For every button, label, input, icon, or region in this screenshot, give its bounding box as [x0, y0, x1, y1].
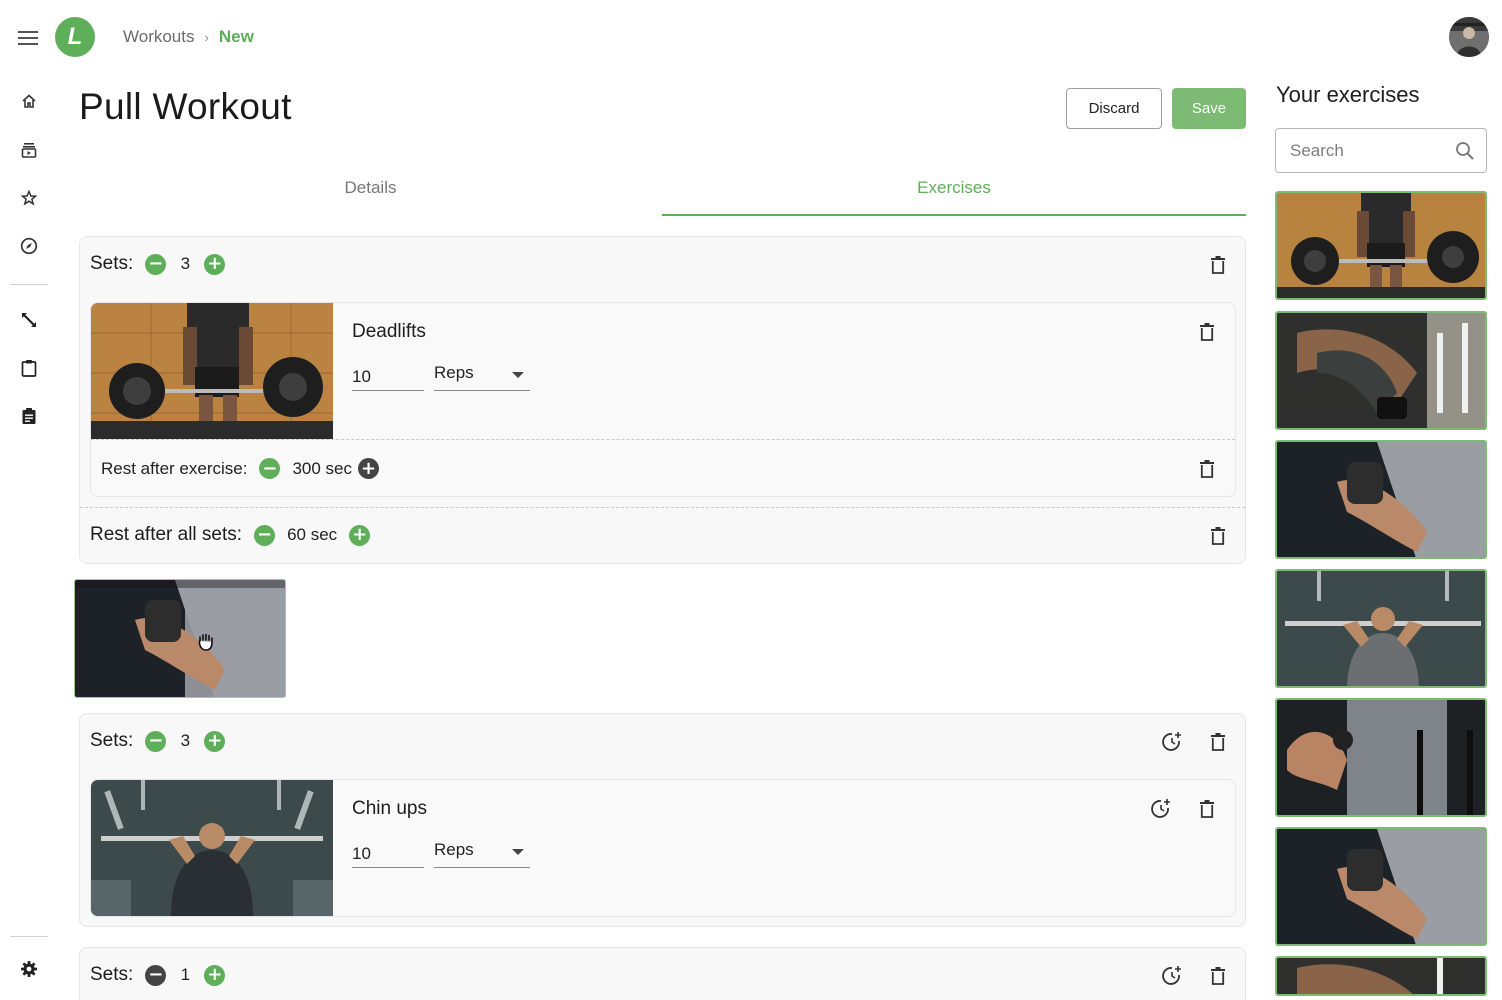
breadcrumb-current: New	[218, 27, 254, 46]
breadcrumb-separator: ›	[204, 29, 209, 45]
save-button[interactable]: Save	[1172, 88, 1246, 129]
clipboard-icon[interactable]	[17, 356, 41, 380]
your-exercises-title: Your exercises	[1276, 82, 1420, 107]
dragged-exercise-preview[interactable]	[74, 579, 286, 698]
search-field[interactable]	[1275, 128, 1487, 173]
reps-unit-value: Reps	[434, 363, 474, 382]
decrease-sets-button[interactable]: −	[145, 730, 167, 752]
exercise-thumbnail-dumbbell-row[interactable]	[1275, 311, 1487, 430]
star-icon[interactable]	[17, 186, 41, 210]
subscriptions-icon[interactable]	[17, 138, 41, 162]
reps-unit-value: Reps	[434, 840, 474, 859]
delete-rest-icon[interactable]	[1196, 458, 1218, 480]
sets-count: 3	[180, 731, 191, 750]
reps-unit-select[interactable]: Reps	[434, 838, 530, 868]
deadlift-image	[91, 303, 333, 439]
exercise-thumbnail-deadlift[interactable]	[1275, 191, 1487, 300]
increase-sets-button[interactable]: +	[204, 253, 226, 275]
exercise-thumbnail-chin-up[interactable]	[1275, 569, 1487, 688]
chin-up-image	[91, 780, 333, 916]
decrease-sets-button[interactable]: −	[145, 253, 167, 275]
decrease-rest-button[interactable]: −	[259, 458, 281, 479]
add-rest-timer-icon[interactable]	[1160, 964, 1184, 988]
set-group: Sets: − 3 + Chin ups Reps	[79, 713, 1246, 927]
exercise-card: Chin ups Reps	[90, 779, 1236, 917]
sets-label: Sets:	[90, 253, 134, 274]
set-group: Sets: − 3 + Deadlifts Reps Rest after ex…	[79, 236, 1246, 564]
breadcrumb: Workouts › New	[123, 27, 254, 47]
exercise-name: Chin ups	[352, 798, 427, 819]
delete-group-icon[interactable]	[1207, 731, 1229, 753]
rest-after-all-sets-value: 60 sec	[287, 525, 338, 544]
add-rest-timer-icon[interactable]	[1160, 730, 1184, 754]
delete-rest-all-icon[interactable]	[1207, 525, 1229, 547]
reps-input[interactable]	[352, 361, 424, 391]
settings-icon[interactable]	[17, 957, 41, 981]
reps-unit-select[interactable]: Reps	[434, 361, 530, 391]
rest-all-control: Rest after all sets: − 60 sec +	[90, 524, 371, 546]
sets-count: 1	[180, 965, 191, 984]
sets-label: Sets:	[90, 964, 134, 985]
rest-after-all-sets-label: Rest after all sets:	[90, 524, 243, 545]
increase-sets-button[interactable]: +	[204, 964, 226, 986]
search-input[interactable]	[1290, 139, 1450, 163]
decrease-sets-button[interactable]: −	[145, 964, 167, 986]
increase-rest-all-button[interactable]: +	[349, 524, 371, 546]
exercise-thumbnail-dumbbell-row[interactable]	[1275, 956, 1487, 996]
delete-group-icon[interactable]	[1207, 254, 1229, 276]
sets-count: 3	[180, 254, 191, 273]
delete-exercise-icon[interactable]	[1196, 321, 1218, 343]
logo-letter: L	[67, 23, 83, 50]
rest-after-exercise-row: Rest after exercise: − 300 sec +	[91, 439, 1235, 496]
breadcrumb-workouts-link[interactable]: Workouts	[123, 27, 195, 47]
delete-group-icon[interactable]	[1207, 965, 1229, 987]
increase-sets-button[interactable]: +	[204, 730, 226, 752]
swap-icon[interactable]	[17, 308, 41, 332]
increase-rest-button[interactable]: +	[358, 458, 379, 479]
drag-hand-icon	[194, 630, 218, 654]
app-logo[interactable]: L	[55, 17, 95, 57]
search-icon[interactable]	[1454, 140, 1476, 162]
rest-after-all-sets-row: Rest after all sets: − 60 sec +	[80, 507, 1245, 564]
tab-exercises[interactable]: Exercises	[662, 168, 1246, 216]
exercise-card: Deadlifts Reps Rest after exercise: − 30…	[90, 302, 1236, 497]
sets-control: Sets: − 1 +	[90, 964, 226, 986]
exercise-name: Deadlifts	[352, 321, 426, 342]
avatar[interactable]	[1449, 17, 1489, 57]
sets-control: Sets: − 3 +	[90, 253, 226, 275]
navigation-rail	[0, 0, 58, 1000]
sets-control: Sets: − 3 +	[90, 730, 226, 752]
page-title: Pull Workout	[79, 86, 292, 127]
set-group: Sets: − 1 +	[79, 947, 1246, 1000]
tab-details[interactable]: Details	[79, 168, 662, 216]
exercise-thumbnail-bicep-curl[interactable]	[1275, 440, 1487, 559]
reps-input[interactable]	[352, 838, 424, 868]
explore-icon[interactable]	[17, 234, 41, 258]
discard-button[interactable]: Discard	[1066, 88, 1162, 129]
decrease-rest-all-button[interactable]: −	[254, 524, 276, 546]
home-icon[interactable]	[17, 89, 41, 113]
dropdown-arrow-icon	[512, 372, 524, 378]
delete-exercise-icon[interactable]	[1196, 798, 1218, 820]
exercise-thumbnail-cable-curl[interactable]	[1275, 698, 1487, 817]
sets-label: Sets:	[90, 730, 134, 751]
exercise-thumbnail-bicep-curl[interactable]	[1275, 827, 1487, 946]
assignment-icon[interactable]	[17, 404, 41, 428]
rest-after-exercise-value: 300 sec	[292, 458, 352, 478]
rest-after-exercise-label: Rest after exercise:	[101, 458, 248, 478]
menu-icon[interactable]	[16, 26, 40, 50]
add-rest-timer-icon[interactable]	[1149, 797, 1173, 821]
dropdown-arrow-icon	[512, 849, 524, 855]
